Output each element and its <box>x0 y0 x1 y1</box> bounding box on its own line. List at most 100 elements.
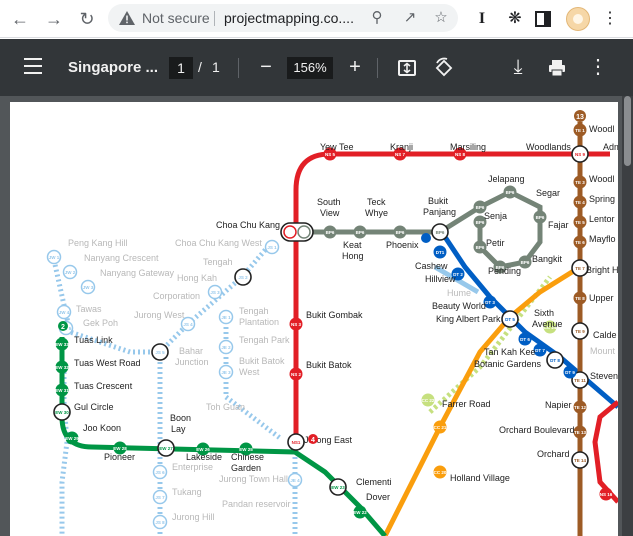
label-bukit-batok-west-1: Bukit Batok <box>239 356 285 366</box>
station-code: NS 3 <box>291 322 302 327</box>
station-marker-jw4-57: JW 4 <box>56 304 72 320</box>
print-icon[interactable] <box>547 58 567 78</box>
label-petir: Petir <box>486 238 505 248</box>
station-marker-ew30-10: EW 30 <box>53 403 71 421</box>
label-bahar-1: Bahar <box>179 346 203 356</box>
station-marker-bp6-31: BP6 <box>431 223 449 241</box>
station-code: BP6 <box>476 245 485 250</box>
security-status[interactable]: Not secure <box>142 10 210 26</box>
puzzle-extensions-icon[interactable]: ❋ <box>503 7 527 31</box>
rotate-icon[interactable] <box>433 57 455 79</box>
label-pandan-reservoir: Pandan reservoir <box>222 499 291 509</box>
station-code: BP6 <box>521 260 530 265</box>
label-bangkit: Bangkit <box>532 254 563 264</box>
share-icon[interactable]: ↗ <box>400 8 420 28</box>
station-code: BP6 <box>356 230 365 235</box>
page-number-input[interactable]: 1 <box>169 57 193 79</box>
station-code: DT1 <box>436 250 445 255</box>
station-code: TE 1 <box>575 128 585 133</box>
label-bukit-panjang-2: Panjang <box>423 207 456 217</box>
label-south-view-2: View <box>320 208 340 218</box>
station-code: TE 8 <box>575 296 585 301</box>
station-marker-ns16-30: NS 16 <box>599 487 613 501</box>
label-enterprise: Enterprise <box>172 462 213 472</box>
label-gul-circle: Gul Circle <box>74 402 114 412</box>
station-code: BP6 <box>396 230 405 235</box>
label-fajar: Fajar <box>548 220 569 230</box>
station-code: TE 3 <box>575 180 585 185</box>
station-marker-ns3-4: NS 3 <box>289 317 303 331</box>
label-keat-hong-1: Keat <box>343 240 362 250</box>
station-code: DT 9 <box>565 370 575 375</box>
station-marker-jw2-55: JW 2 <box>62 264 78 280</box>
station-marker-js6-68: JS 6 <box>152 464 168 480</box>
zoom-in-icon[interactable]: + <box>343 55 367 79</box>
station-code: BP6 <box>506 190 515 195</box>
bp1-marker <box>297 225 311 239</box>
station-marker-je3-66: JE 3 <box>218 364 234 380</box>
zoom-out-icon[interactable]: − <box>254 55 278 79</box>
station-marker-js5-63: JS 5 <box>151 343 169 361</box>
label-sixth-avenue-2: Avenue <box>532 319 562 329</box>
station-marker-bp6-37: BP6 <box>533 210 547 224</box>
label-south-view-1: South <box>317 197 341 207</box>
address-bar[interactable]: Not secure projectmapping.co.... ⚲ ↗ ☆ <box>108 4 458 32</box>
label-hong-kah: Hong Kah <box>177 273 217 283</box>
station-code: JS 1 <box>267 245 277 250</box>
url-text[interactable]: projectmapping.co.... <box>224 10 354 26</box>
pdf-page: NS 5 NS 7 NS 8 NS 9 NS 3 NS 2 NS1 EW 33 EW 32 EW … <box>10 102 618 536</box>
warning-icon[interactable] <box>118 9 136 27</box>
label-king-albert-park: King Albert Park <box>436 314 501 324</box>
future-station-labels: Peng Kang Hill Nanyang Crescent Nanyang … <box>68 238 291 522</box>
label-tengah-plantation-1: Tengah <box>239 306 269 316</box>
station-code: NS 7 <box>395 152 406 157</box>
label-botanic-gardens: Botanic Gardens <box>474 359 542 369</box>
label-nanyang-crescent: Nanyang Crescent <box>84 253 159 263</box>
label-chinese-garden-1: Chinese <box>231 452 264 462</box>
station-code: JS 8 <box>155 520 165 525</box>
label-bright-hill: Bright H <box>586 265 618 275</box>
more-options-icon[interactable]: ⋮ <box>586 55 610 79</box>
station-marker-jw1-54: JW 1 <box>46 249 62 265</box>
station-marker-ns9-3: NS 9 <box>571 145 589 163</box>
fit-page-icon[interactable] <box>397 58 417 78</box>
extension-i-icon[interactable]: I <box>470 7 494 31</box>
label-keat-hong-2: Hong <box>342 251 364 261</box>
station-marker-bp6-40: BP6 <box>473 240 487 254</box>
north-south-line-orchard <box>592 400 618 504</box>
station-marker-js8-70: JS 8 <box>152 514 168 530</box>
label-segar: Segar <box>536 188 560 198</box>
label-chinese-garden-2: Garden <box>231 463 261 473</box>
omnibox-divider <box>214 11 215 26</box>
back-arrow-icon[interactable]: ← <box>8 7 32 31</box>
profile-avatar[interactable] <box>566 7 590 31</box>
station-marker-ew27-13: EW 27 <box>157 439 175 457</box>
side-panel-icon[interactable] <box>535 11 551 27</box>
zoom-icon[interactable]: ⚲ <box>367 8 387 28</box>
scrollbar[interactable] <box>622 96 633 536</box>
scrollbar-thumb[interactable] <box>624 96 631 166</box>
label-mayflower: Mayflo <box>589 234 616 244</box>
zoom-level-input[interactable]: 156% <box>287 57 333 79</box>
bookmark-star-icon[interactable]: ☆ <box>431 8 451 28</box>
reload-icon[interactable]: ↻ <box>75 7 99 31</box>
label-hillview: Hillview <box>425 274 456 284</box>
download-icon[interactable]: ⤓ <box>506 55 530 79</box>
station-marker-dt8-48: DT 8 <box>546 351 564 369</box>
station-code: JS 3 <box>210 290 220 295</box>
label-phoenix: Phoenix <box>386 240 419 250</box>
station-code: TE 12 <box>574 405 587 410</box>
station-code: TE 13 <box>574 430 587 435</box>
forward-arrow-icon[interactable]: → <box>42 7 66 31</box>
label-upper-thomson: Upper <box>589 293 614 303</box>
label-tukang: Tukang <box>172 487 202 497</box>
more-menu-icon[interactable]: ⋮ <box>598 7 622 31</box>
station-code: JW 2 <box>65 270 76 275</box>
label-jelapang: Jelapang <box>488 174 525 184</box>
label-tan-kah-kee: Tan Kah Kee <box>484 347 536 357</box>
toolbar-divider <box>238 58 239 78</box>
hamburger-menu-icon[interactable] <box>24 58 42 76</box>
station-code: JW 3 <box>83 285 94 290</box>
dt-line-marker <box>421 233 431 243</box>
pdf-viewer[interactable]: NS 5 NS 7 NS 8 NS 9 NS 3 NS 2 NS1 EW 33 EW 32 EW … <box>0 96 633 536</box>
